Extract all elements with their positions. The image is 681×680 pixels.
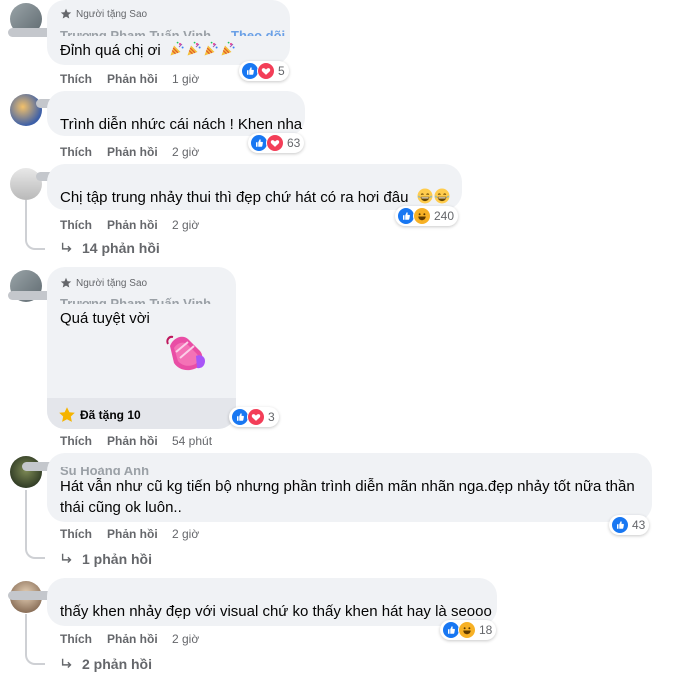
- like-reaction-icon: [611, 516, 629, 534]
- love-reaction-icon: [247, 408, 265, 426]
- thread-line: [25, 490, 45, 559]
- top-fan-badge: Người tặng Sao: [60, 8, 147, 20]
- reaction-summary[interactable]: 63: [248, 133, 305, 153]
- comment-text-line-1: Hát vẫn như cũ kg tiến bộ nhưng phần trì…: [60, 478, 635, 495]
- stars-gift-image: [162, 326, 212, 374]
- reply-button[interactable]: Phản hồi: [107, 72, 158, 86]
- comment-text: thấy khen nhảy đẹp với visual chứ ko thấ…: [60, 603, 492, 620]
- party-popper-icon: [186, 41, 202, 57]
- star-icon: [60, 277, 72, 288]
- reaction-summary[interactable]: 3: [229, 407, 279, 427]
- like-button[interactable]: Thích: [60, 434, 92, 448]
- top-fan-badge: Người tặng Sao: [60, 277, 147, 289]
- reaction-summary[interactable]: 240: [395, 206, 459, 226]
- commenter-name[interactable]: Trương Phạm Tuấn Vinh: [60, 25, 211, 36]
- like-button[interactable]: Thích: [60, 72, 92, 86]
- comment-text-line-2: thái cũng ok luôn..: [60, 499, 182, 516]
- avatar[interactable]: [10, 456, 42, 488]
- reaction-summary[interactable]: 18: [440, 620, 497, 640]
- reply-button[interactable]: Phản hồi: [107, 527, 158, 541]
- comment-time[interactable]: 2 giờ: [172, 527, 199, 541]
- commenter-name[interactable]: Su Hoàng Anh: [60, 467, 149, 475]
- party-popper-icon: [203, 41, 219, 57]
- party-popper-icon: [220, 41, 236, 57]
- party-popper-icon: [169, 41, 185, 57]
- comment-time[interactable]: 2 giờ: [172, 145, 199, 159]
- follow-link[interactable]: Theo dõi: [231, 25, 285, 36]
- reply-button[interactable]: Phản hồi: [107, 434, 158, 448]
- reply-arrow-icon: [60, 657, 74, 671]
- haha-reaction-icon: [458, 621, 476, 639]
- comment-time[interactable]: 2 giờ: [172, 632, 199, 646]
- grinning-sweat-icon: [417, 188, 433, 204]
- love-reaction-icon: [266, 134, 284, 152]
- commenter-name[interactable]: Trương Phạm Tuấn Vinh: [60, 294, 211, 304]
- view-replies-link[interactable]: 14 phản hồi: [60, 240, 160, 256]
- thread-line: [25, 200, 45, 250]
- reply-button[interactable]: Phản hồi: [107, 145, 158, 159]
- reply-button[interactable]: Phản hồi: [107, 632, 158, 646]
- comment-text: Chị tập trung nhảy thui thì đẹp chứ hát …: [60, 188, 450, 208]
- like-button[interactable]: Thích: [60, 145, 92, 159]
- comment-text: Quá tuyệt vời: [60, 310, 150, 327]
- haha-reaction-icon: [413, 207, 431, 225]
- thread-line: [25, 614, 45, 665]
- like-button[interactable]: Thích: [60, 527, 92, 541]
- reply-arrow-icon: [60, 552, 74, 566]
- star-icon: [59, 407, 75, 422]
- reaction-summary[interactable]: 5: [239, 61, 289, 81]
- comment-text: Trình diễn nhức cái nách ! Khen nha: [60, 116, 303, 133]
- like-button[interactable]: Thích: [60, 218, 92, 232]
- comment-time[interactable]: 1 giờ: [172, 72, 199, 86]
- like-button[interactable]: Thích: [60, 632, 92, 646]
- view-replies-link[interactable]: 2 phản hồi: [60, 656, 152, 672]
- comment-time[interactable]: 2 giờ: [172, 218, 199, 232]
- reply-button[interactable]: Phản hồi: [107, 218, 158, 232]
- reply-arrow-icon: [60, 241, 74, 255]
- love-reaction-icon: [257, 62, 275, 80]
- grinning-sweat-icon: [434, 188, 450, 204]
- stars-sent: Đã tặng 10: [58, 406, 141, 424]
- reaction-summary[interactable]: 43: [609, 515, 650, 535]
- comment-text: Đỉnh quá chị ơi: [60, 41, 236, 61]
- view-replies-link[interactable]: 1 phản hồi: [60, 551, 152, 567]
- comment-time[interactable]: 54 phút: [172, 434, 212, 448]
- star-icon: [60, 8, 72, 19]
- gift-stars-icon: [166, 335, 205, 371]
